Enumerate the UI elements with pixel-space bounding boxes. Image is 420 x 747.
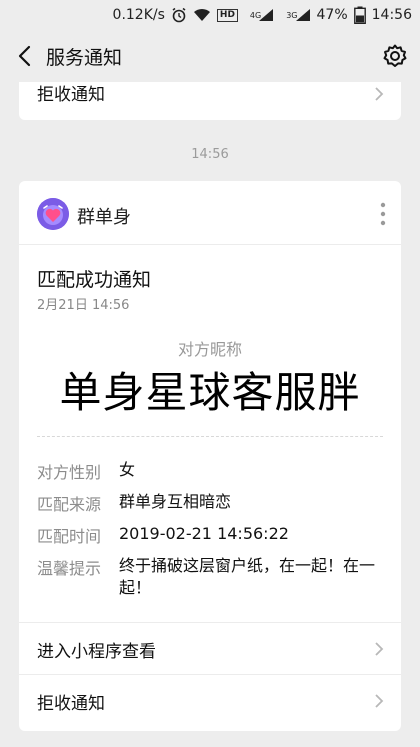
field-label-source: 匹配来源 [37, 495, 102, 514]
app-avatar[interactable] [37, 198, 69, 230]
battery-icon [353, 6, 366, 24]
clock: 14:56 [371, 7, 412, 23]
heart-app-logo-icon [37, 198, 69, 230]
chevron-right-icon [375, 642, 384, 656]
app-name[interactable]: 群单身 [77, 203, 131, 229]
net-speed: 0.12K/s [112, 7, 165, 23]
back-arrow-icon[interactable] [14, 44, 38, 68]
previous-notification-card: 拒收通知 [19, 82, 401, 120]
signal-4g: 4G [244, 8, 274, 22]
field-value-source: 群单身互相暗恋 [119, 492, 232, 511]
wifi-icon [193, 8, 211, 22]
nickname-label: 对方昵称 [177, 340, 242, 359]
notification-card: 群单身 匹配成功通知 2月21日 14:56 对方昵称 单身星球客服胖 对方性别… [19, 181, 401, 731]
time-separator: 14:56 [191, 147, 229, 162]
field-value-gender: 女 [119, 460, 136, 479]
chevron-right-icon [375, 694, 384, 708]
chevron-right-icon [375, 87, 384, 101]
field-label-time: 匹配时间 [37, 527, 102, 546]
reject-notification-label[interactable]: 拒收通知 [37, 82, 105, 105]
hd-badge: HD [216, 8, 238, 22]
open-mini-program-label: 进入小程序查看 [37, 642, 156, 662]
more-vertical-icon[interactable] [379, 201, 387, 227]
battery-percent: 47% [316, 7, 348, 23]
reject-notification-label: 拒收通知 [37, 694, 105, 714]
nav-bar: 服务通知 [0, 30, 420, 82]
dashed-divider [37, 436, 383, 437]
open-mini-program-row[interactable]: 进入小程序查看 [19, 622, 401, 674]
status-bar: 0.12K/s HD 4G 3G 47% 14:56 [0, 0, 420, 30]
message-title: 匹配成功通知 [37, 269, 152, 291]
alarm-icon [171, 7, 187, 23]
field-value-time: 2019-02-21 14:56:22 [119, 524, 289, 543]
nickname-value: 单身星球客服胖 [59, 368, 361, 417]
reject-notification-row[interactable]: 拒收通知 [19, 674, 401, 726]
message-date: 2月21日 14:56 [37, 298, 130, 313]
field-value-tip: 终于捅破这层窗户纸，在一起！在一起！ [119, 556, 376, 597]
field-label-tip: 温馨提示 [37, 559, 102, 578]
page-title: 服务通知 [46, 47, 123, 69]
gear-icon[interactable] [382, 43, 408, 69]
card-header: 群单身 [19, 181, 401, 245]
signal-3g: 3G [280, 8, 310, 22]
field-label-gender: 对方性别 [37, 463, 102, 482]
